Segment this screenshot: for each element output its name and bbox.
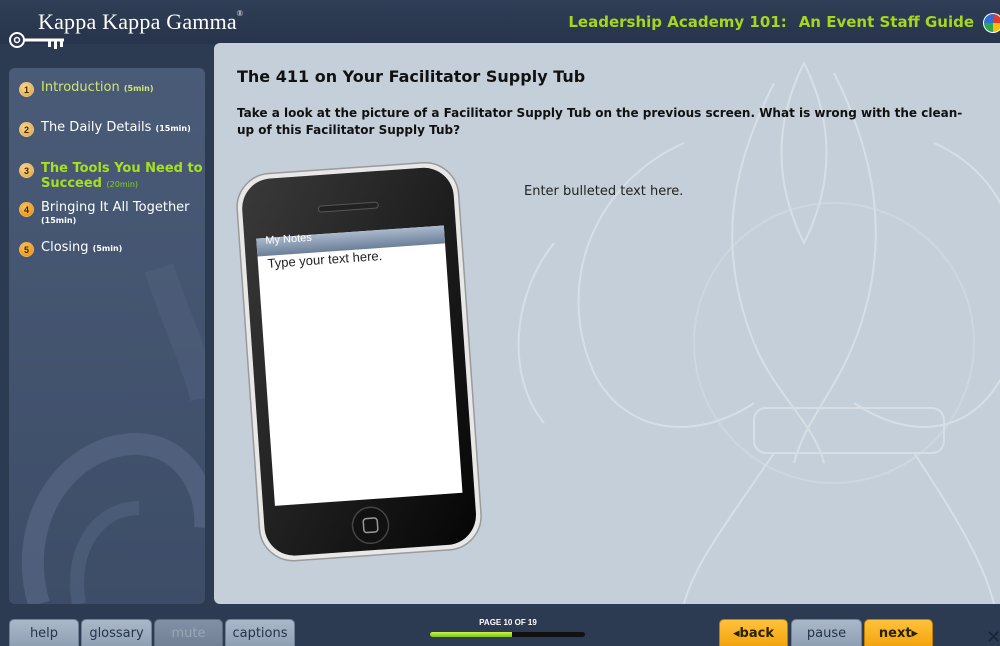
menu-label-text: The Daily Details <box>41 120 152 135</box>
progress-bar <box>430 632 585 637</box>
fleur-de-lis-decoration <box>21 263 205 604</box>
menu-item-tools-you-need[interactable]: 3 The Tools You Need to Succeed (20min) <box>19 161 203 192</box>
menu-label-text: Bringing It All Together <box>41 200 190 215</box>
registered-mark: ® <box>236 9 244 18</box>
menu-label: The Tools You Need to Succeed (20min) <box>41 161 203 192</box>
menu-label-text-line2: Succeed <box>41 176 102 191</box>
menu-item-daily-details[interactable]: 2 The Daily Details (15min) <box>19 120 191 137</box>
step-number-1: 1 <box>19 82 34 97</box>
next-button[interactable]: next▸ <box>864 619 933 646</box>
menu-duration: (5min) <box>123 84 154 93</box>
globe-icon <box>983 13 1000 33</box>
back-button[interactable]: ◂back <box>719 619 788 646</box>
menu-item-introduction[interactable]: 1 Introduction (5min) <box>19 80 154 97</box>
course-title-part1: Leadership Academy 101: <box>568 13 787 31</box>
brand-logo: Kappa Kappa Gamma® <box>38 9 243 35</box>
menu-label-text: The Tools You Need to <box>41 161 203 176</box>
menu-item-closing[interactable]: 5 Closing (5min) <box>19 240 122 257</box>
pause-button[interactable]: pause <box>791 619 862 646</box>
course-title-part2: An Event Staff Guide <box>798 13 974 31</box>
progress-fill <box>430 632 513 637</box>
app-header: Kappa Kappa Gamma® Leadership Academy 10… <box>0 0 1000 49</box>
phone-illustration <box>236 161 482 562</box>
navigation-bar: help glossary mute captions PAGE 10 OF 1… <box>0 604 1000 646</box>
menu-item-bringing-it-together[interactable]: 4 Bringing It All Together (15min) <box>19 200 190 231</box>
page-indicator: PAGE 10 OF 19 <box>479 618 537 627</box>
brand-name: Kappa Kappa Gamma <box>38 9 237 34</box>
menu-label-text: Introduction <box>41 80 120 95</box>
menu-label: The Daily Details (15min) <box>41 120 191 136</box>
question-text: Take a look at the picture of a Facilita… <box>237 106 963 137</box>
menu-duration: (15min) <box>155 124 191 133</box>
menu-duration: (20min) <box>106 180 139 189</box>
help-button[interactable]: help <box>9 619 79 646</box>
step-number-3: 3 <box>19 163 34 178</box>
close-icon[interactable]: ✕ <box>986 627 1000 646</box>
menu-label: Introduction (5min) <box>41 80 154 96</box>
course-title: Leadership Academy 101: An Event Staff Gu… <box>568 13 974 31</box>
menu-label: Bringing It All Together (15min) <box>41 200 190 231</box>
menu-duration: (5min) <box>92 244 123 253</box>
menu-label: Closing (5min) <box>41 240 122 256</box>
glossary-button[interactable]: glossary <box>81 619 152 646</box>
course-menu: 1 Introduction (5min) 2 The Daily Detail… <box>9 68 205 604</box>
step-number-5: 5 <box>19 242 34 257</box>
step-number-4: 4 <box>19 202 34 217</box>
menu-duration: (15min) <box>41 216 77 225</box>
captions-button[interactable]: captions <box>225 619 295 646</box>
step-number-2: 2 <box>19 122 34 137</box>
slide-content: The 411 on Your Facilitator Supply Tub T… <box>214 43 1000 604</box>
slide-title: The 411 on Your Facilitator Supply Tub <box>237 67 586 86</box>
menu-label-text: Closing <box>41 240 89 255</box>
mute-button[interactable]: mute <box>154 619 223 646</box>
bullet-text-area[interactable]: Enter bulleted text here. <box>524 184 683 199</box>
